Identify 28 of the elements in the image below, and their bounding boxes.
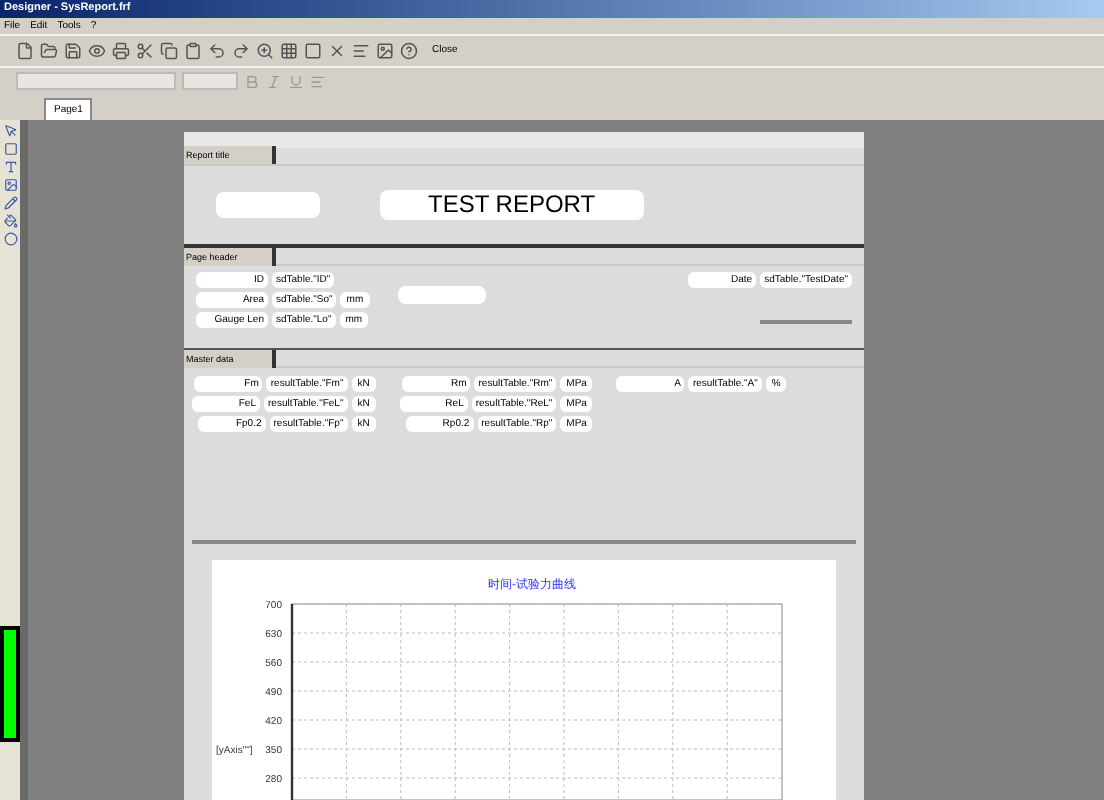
tool-icon[interactable] xyxy=(3,160,17,174)
toolbar-icon[interactable] xyxy=(232,42,250,60)
empty-text-object xyxy=(216,192,320,219)
toolbar-icon[interactable] xyxy=(208,42,226,60)
toolbar-icon[interactable] xyxy=(112,42,130,60)
tool-icon[interactable] xyxy=(3,196,17,210)
tool-icon[interactable] xyxy=(3,214,17,228)
highlight-bar xyxy=(0,626,20,742)
toolbar-icon[interactable] xyxy=(328,42,346,60)
toolbar-icon[interactable] xyxy=(184,42,202,60)
toolbar-icon[interactable] xyxy=(400,42,418,60)
toolbar-icon[interactable] xyxy=(352,42,370,60)
toolbar-icon[interactable] xyxy=(64,42,82,60)
toolbar-icon[interactable] xyxy=(16,42,34,60)
tool-icon[interactable] xyxy=(3,124,17,138)
tool-icon[interactable] xyxy=(3,178,17,192)
tool-icon[interactable] xyxy=(3,142,17,156)
toolbar-icon[interactable] xyxy=(88,42,106,60)
toolbar-icon[interactable] xyxy=(256,42,274,60)
empty-text-object xyxy=(397,286,486,305)
toolbar-icon[interactable] xyxy=(136,42,154,60)
toolbar-icon[interactable] xyxy=(304,42,322,60)
toolbar-icon[interactable] xyxy=(376,42,394,60)
toolbar-icon[interactable] xyxy=(280,42,298,60)
toolbar-icon[interactable] xyxy=(160,42,178,60)
toolbar-icon[interactable] xyxy=(40,42,58,60)
tool-icon[interactable] xyxy=(3,232,17,246)
report-heading: TEST REPORT xyxy=(380,190,644,221)
